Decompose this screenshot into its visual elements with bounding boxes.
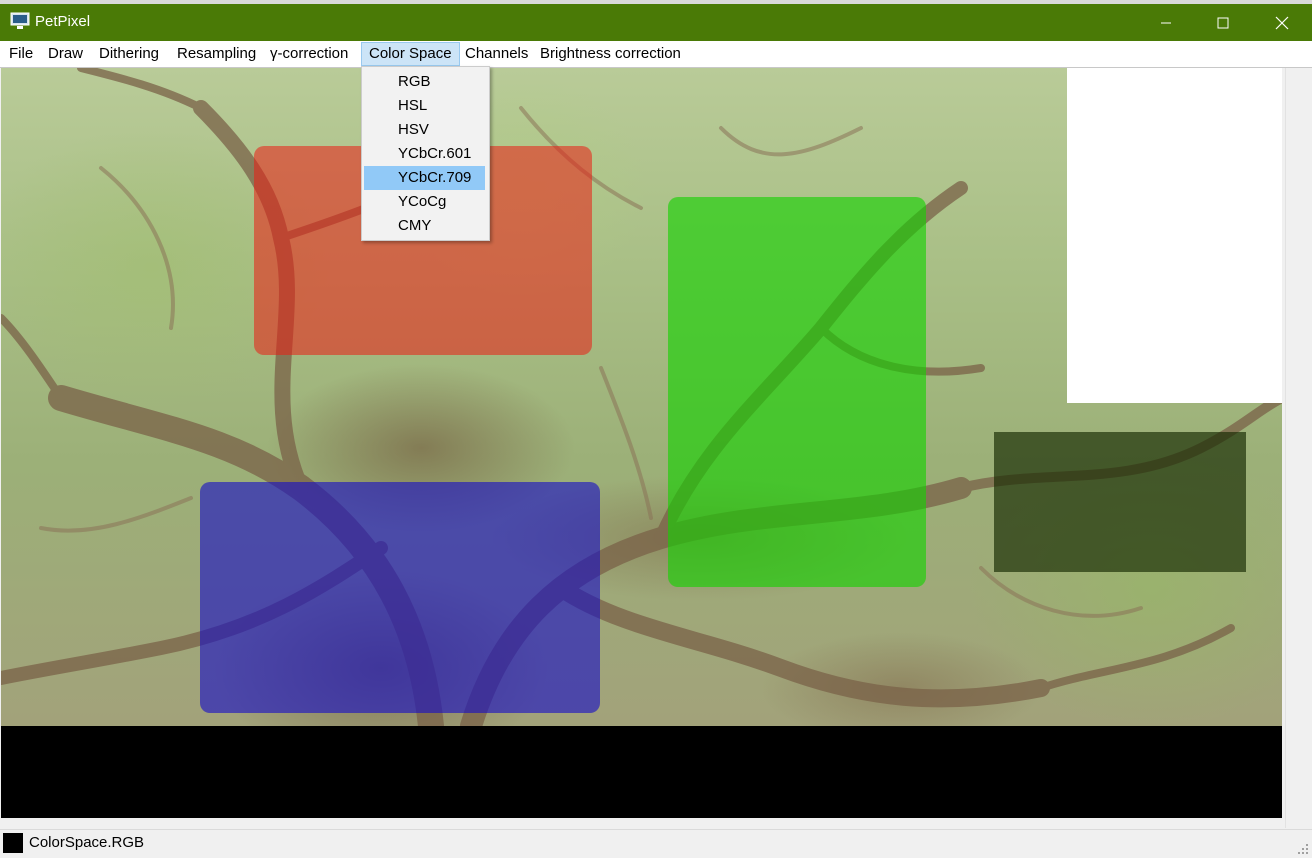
minimize-icon	[1161, 22, 1171, 23]
dark-rectangle[interactable]	[994, 432, 1246, 572]
maximize-button[interactable]	[1194, 4, 1252, 41]
menu-file[interactable]: File	[2, 42, 40, 66]
menu-channels[interactable]: Channels	[458, 42, 535, 66]
vertical-scrollbar[interactable]	[1285, 68, 1303, 828]
color-space-hsl[interactable]: HSL	[364, 94, 485, 118]
image-canvas[interactable]	[1, 68, 1282, 818]
status-text: ColorSpace.RGB	[29, 834, 145, 851]
minimize-button[interactable]	[1137, 4, 1195, 41]
color-space-ycbcr709[interactable]: YCbCr.709	[364, 166, 485, 190]
window-title: PetPixel	[35, 13, 91, 30]
menu-draw[interactable]: Draw	[41, 42, 90, 66]
maximize-icon	[1217, 17, 1229, 28]
color-space-ycbcr601[interactable]: YCbCr.601	[364, 142, 485, 166]
blank-region	[1067, 68, 1282, 403]
color-space-ycocg[interactable]: YCoCg	[364, 190, 485, 214]
title-bar[interactable]: PetPixel	[0, 4, 1312, 41]
black-region	[1, 726, 1282, 818]
menu-resampling[interactable]: Resampling	[170, 42, 263, 66]
resize-grip-icon[interactable]	[1297, 843, 1309, 855]
blue-rectangle[interactable]	[200, 482, 600, 713]
menu-gamma-correction[interactable]: γ-correction	[263, 42, 355, 66]
menu-bar: File Draw Dithering Resampling γ-correct…	[0, 41, 1312, 68]
status-bar: ColorSpace.RGB	[0, 829, 1312, 858]
menu-color-space[interactable]: Color Space	[361, 42, 460, 66]
menu-dithering[interactable]: Dithering	[92, 42, 166, 66]
menu-brightness-correction[interactable]: Brightness correction	[533, 42, 688, 66]
color-space-cmy[interactable]: CMY	[364, 214, 485, 238]
green-rectangle[interactable]	[668, 197, 926, 587]
color-swatch	[3, 833, 23, 853]
close-button[interactable]	[1253, 4, 1311, 41]
color-space-dropdown: RGB HSL HSV YCbCr.601 YCbCr.709 YCoCg CM…	[361, 66, 490, 241]
color-space-hsv[interactable]: HSV	[364, 118, 485, 142]
color-space-rgb[interactable]: RGB	[364, 70, 485, 94]
close-icon	[1275, 16, 1289, 29]
app-icon	[10, 12, 30, 29]
